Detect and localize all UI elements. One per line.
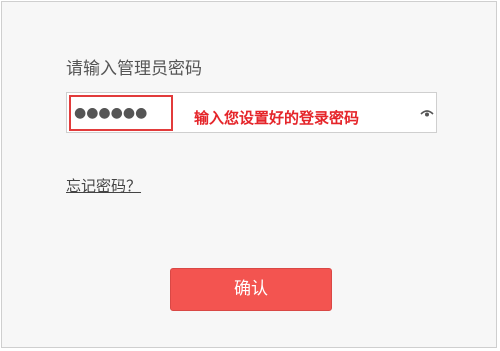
password-hint-annotation: 输入您设置好的登录密码: [194, 109, 360, 127]
password-value[interactable]: ●●●●●●: [69, 95, 173, 131]
eye-icon[interactable]: [420, 108, 434, 118]
login-panel: 请输入管理员密码 ●●●●●● 输入您设置好的登录密码 忘记密码？ 确认: [1, 1, 497, 348]
confirm-button[interactable]: 确认: [170, 268, 332, 311]
password-prompt: 请输入管理员密码: [66, 59, 202, 79]
forgot-password-link[interactable]: 忘记密码？: [66, 176, 141, 196]
